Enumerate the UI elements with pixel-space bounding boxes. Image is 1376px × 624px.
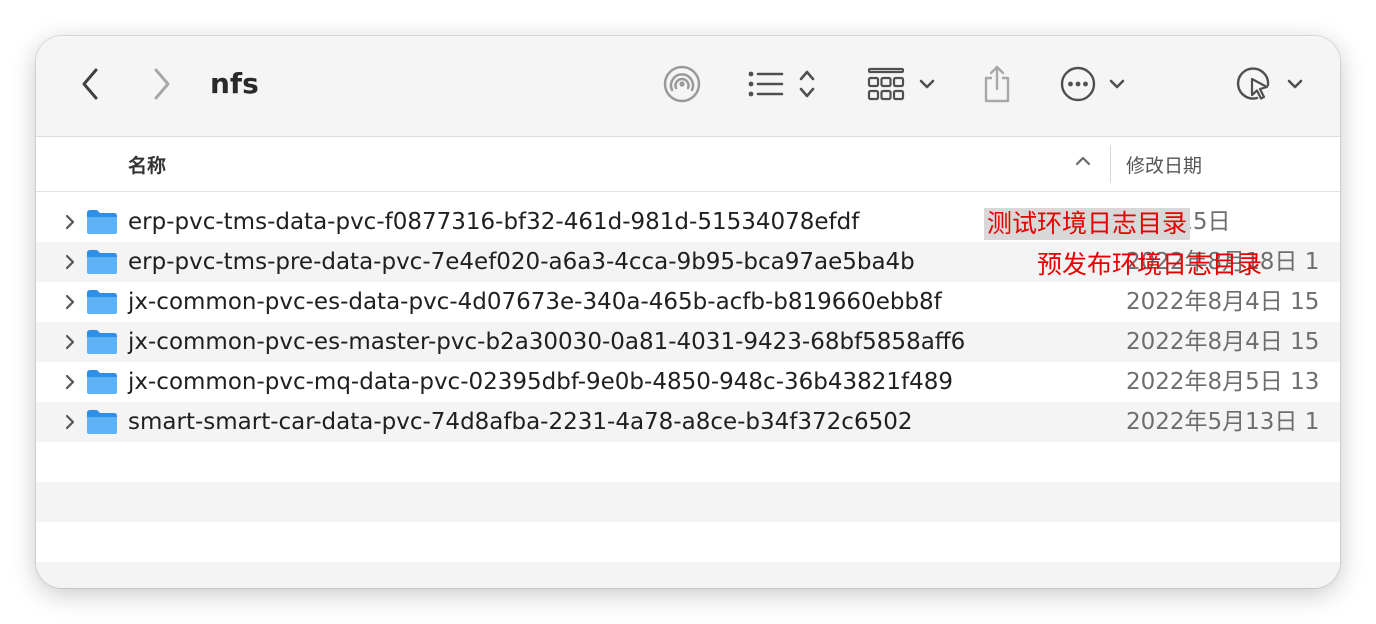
list-view-button[interactable] [746,62,786,106]
forward-button[interactable] [146,62,178,106]
group-view-menu[interactable] [916,62,938,106]
share-button[interactable] [980,62,1014,106]
more-actions-button[interactable] [1058,62,1098,106]
annotation-pre-env: 预发布环境日志目录 [1037,250,1263,279]
file-name: jx-common-pvc-mq-data-pvc-02395dbf-9e0b-… [128,369,954,395]
share-icon [984,65,1010,103]
chevron-down-icon [919,79,935,89]
column-date-header[interactable]: 修改日期 [1126,151,1202,178]
disclosure-chevron-icon[interactable] [64,374,76,390]
file-name: smart-smart-car-data-pvc-74d8afba-2231-4… [128,409,913,435]
empty-row [36,442,1340,482]
back-button[interactable] [74,62,106,106]
disclosure-chevron-icon[interactable] [64,334,76,350]
empty-row [36,562,1340,588]
folder-icon [87,410,117,434]
file-row[interactable]: jx-common-pvc-es-data-pvc-4d07673e-340a-… [36,282,1340,322]
markup-icon [1236,67,1270,100]
file-date: 2022年8月5日 13 [1126,369,1320,395]
sort-ascending-icon[interactable] [1074,155,1092,167]
folder-icon [87,210,117,234]
file-date: 2022年8月4日 15 [1126,289,1320,315]
empty-row [36,482,1340,522]
file-date: 2022年8月4日 15 [1126,329,1320,355]
folder-icon [87,250,117,274]
disclosure-chevron-icon[interactable] [64,254,76,270]
column-header: 名称 修改日期 [36,137,1340,192]
markup-menu[interactable] [1284,62,1306,106]
file-row[interactable]: jx-common-pvc-mq-data-pvc-02395dbf-9e0b-… [36,362,1340,402]
file-row[interactable]: smart-smart-car-data-pvc-74d8afba-2231-4… [36,402,1340,442]
folder-icon [87,330,117,354]
file-name: erp-pvc-tms-data-pvc-f0877316-bf32-461d-… [128,209,860,235]
window-title: nfs [210,67,259,100]
more-actions-menu[interactable] [1106,62,1128,106]
column-divider[interactable] [1110,145,1111,183]
file-date: 2022年5月13日 1 [1126,409,1320,435]
column-name-header[interactable]: 名称 [128,151,166,178]
markup-button[interactable] [1234,62,1274,106]
list-view-icon [748,71,784,97]
sort-order-button[interactable] [796,62,818,106]
chevron-left-icon [82,68,98,100]
chevron-right-icon [154,68,170,100]
file-name: jx-common-pvc-es-data-pvc-4d07673e-340a-… [128,289,942,315]
folder-icon [87,290,117,314]
disclosure-chevron-icon[interactable] [64,214,76,230]
file-name: erp-pvc-tms-pre-data-pvc-7e4ef020-a6a3-4… [128,249,915,275]
folder-icon [87,370,117,394]
toolbar: nfs [36,36,1340,137]
empty-row [36,522,1340,562]
file-row[interactable]: jx-common-pvc-es-master-pvc-b2a30030-0a8… [36,322,1340,362]
finder-window: nfs 名称 修改日期 erp-pvc-tms-data-pvc-f087731… [36,36,1340,588]
disclosure-chevron-icon[interactable] [64,414,76,430]
chevron-down-icon [1109,79,1125,89]
airdrop-icon [663,65,701,103]
annotation-test-env: 测试环境日志目录 [984,208,1191,240]
grid-view-icon [867,67,905,101]
file-name: jx-common-pvc-es-master-pvc-b2a30030-0a8… [128,329,966,355]
group-view-button[interactable] [866,62,906,106]
more-icon [1060,66,1096,102]
airdrop-button[interactable] [662,62,702,106]
chevron-down-icon [1287,79,1303,89]
disclosure-chevron-icon[interactable] [64,294,76,310]
sort-updown-icon [799,70,815,98]
